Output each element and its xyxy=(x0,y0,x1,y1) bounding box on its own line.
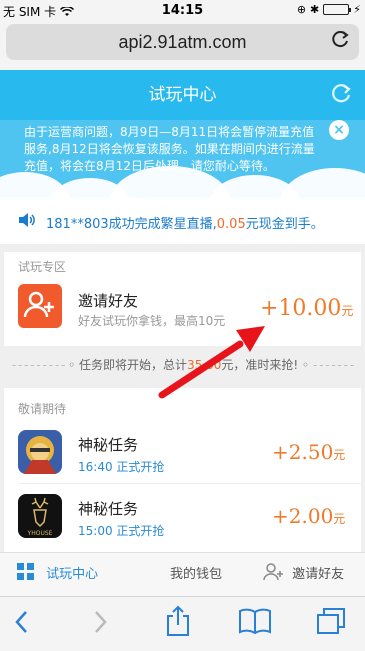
tab-label: 试玩中心 xyxy=(46,567,99,582)
divider-dashes-left: - - - - - - - - - xyxy=(11,358,65,372)
item-description: 好友试玩你拿钱，最高10元 xyxy=(78,314,226,328)
earnings-ticker: 181**803成功完成繁星直播,0.05元现金到手。 xyxy=(0,198,365,244)
close-icon[interactable]: × xyxy=(329,120,349,140)
grid-icon xyxy=(17,563,34,580)
add-user-icon xyxy=(263,563,283,581)
status-bar: 无 SIM 卡 14:15 ⊕ ✱ ⚡ xyxy=(0,0,365,20)
item-title: 邀请好友 xyxy=(78,292,139,310)
address-bar[interactable]: api2.91atm.com xyxy=(6,24,359,60)
task-row[interactable]: YHOUSE 神秘任务 15:00 正式开抢 +2.00元 xyxy=(4,486,361,548)
tab-invite-friends[interactable]: 邀请好友 xyxy=(262,553,344,597)
yhouse-deer-icon: YHOUSE xyxy=(18,494,62,538)
rotation-lock-icon: ⊕ xyxy=(296,3,307,16)
svg-text:YHOUSE: YHOUSE xyxy=(27,530,53,537)
battery-icon xyxy=(323,4,352,15)
tab-trial-center[interactable]: 试玩中心 xyxy=(16,553,98,597)
tabs-icon[interactable] xyxy=(316,607,346,639)
ticker-suffix: 元现金到手。 xyxy=(245,217,324,232)
reward-value: +2.50 xyxy=(272,440,334,464)
tab-my-wallet[interactable]: 我的钱包 xyxy=(170,553,222,597)
ticker-amount: 0.05 xyxy=(216,217,246,232)
upcoming-section: 敬请期待 神秘任务 16:40 正式开抢 +2.50元 YHOUSE 神秘任务 xyxy=(4,388,361,552)
notice-banner: 由于运营商问题，8月9日—8月11日将会暂停流量充值服务,8月12日将会恢复该服… xyxy=(0,120,365,198)
browser-address-area: api2.91atm.com xyxy=(0,20,365,70)
bookmarks-icon[interactable] xyxy=(238,607,272,639)
bottom-tab-bar: 试玩中心 我的钱包 邀请好友 xyxy=(0,552,365,596)
add-user-icon xyxy=(18,284,62,328)
countdown-prefix: 任务即将开始，总计 xyxy=(79,358,188,372)
status-icons: ⊕ ✱ ⚡ xyxy=(297,3,361,16)
task-start-time: 15:00 正式开抢 xyxy=(78,524,165,538)
task-name: 神秘任务 xyxy=(78,436,139,454)
task-start-time: 16:40 正式开抢 xyxy=(78,460,165,474)
bluetooth-icon: ✱ xyxy=(310,3,320,16)
page-title: 试玩中心 xyxy=(148,85,217,105)
ticker-message: 181**803成功完成繁星直播,0.05元现金到手。 xyxy=(46,213,324,232)
trial-section: 试玩专区 邀请好友 好友试玩你拿钱，最高10元 +10.00元 xyxy=(4,252,361,346)
reload-icon[interactable] xyxy=(331,29,351,54)
browser-toolbar xyxy=(0,596,365,651)
game-hero-icon xyxy=(18,430,62,474)
url-text[interactable]: api2.91atm.com xyxy=(6,32,359,53)
task-row[interactable]: 神秘任务 16:40 正式开抢 +2.50元 xyxy=(4,422,361,484)
countdown-suffix: 元，准时来抢! xyxy=(221,358,299,372)
countdown-banner: - - - - - - - - - ◦ 任务即将开始，总计35.00元，准时来抢… xyxy=(11,358,354,372)
tab-label: 邀请好友 xyxy=(292,567,345,582)
notice-text: 由于运营商问题，8月9日—8月11日将会暂停流量充值服务,8月12日将会恢复该服… xyxy=(24,125,315,173)
reward-amount: +2.50元 xyxy=(272,440,345,464)
tab-label: 我的钱包 xyxy=(170,567,223,582)
refresh-icon[interactable] xyxy=(331,82,353,109)
page-header: 试玩中心 xyxy=(0,70,365,120)
charging-icon: ⚡ xyxy=(353,3,361,16)
reward-amount: +10.00元 xyxy=(260,296,353,321)
forward-icon[interactable] xyxy=(90,609,110,639)
reward-unit: 元 xyxy=(333,512,346,526)
share-icon[interactable] xyxy=(165,605,191,641)
back-icon[interactable] xyxy=(12,609,32,639)
section-title: 敬请期待 xyxy=(18,402,67,416)
reward-unit: 元 xyxy=(341,304,354,318)
divider-dashes-right: - - - - - - - xyxy=(312,358,354,372)
speaker-icon xyxy=(18,212,36,232)
reward-amount: +2.00元 xyxy=(272,504,345,528)
task-name: 神秘任务 xyxy=(78,500,139,518)
reward-unit: 元 xyxy=(333,448,346,462)
section-title: 试玩专区 xyxy=(18,260,67,274)
reward-value: +10.00 xyxy=(260,296,342,321)
ticker-prefix: 181**803成功完成繁星直播, xyxy=(46,217,217,232)
reward-value: +2.00 xyxy=(272,504,334,528)
countdown-amount: 35.00 xyxy=(187,358,222,372)
